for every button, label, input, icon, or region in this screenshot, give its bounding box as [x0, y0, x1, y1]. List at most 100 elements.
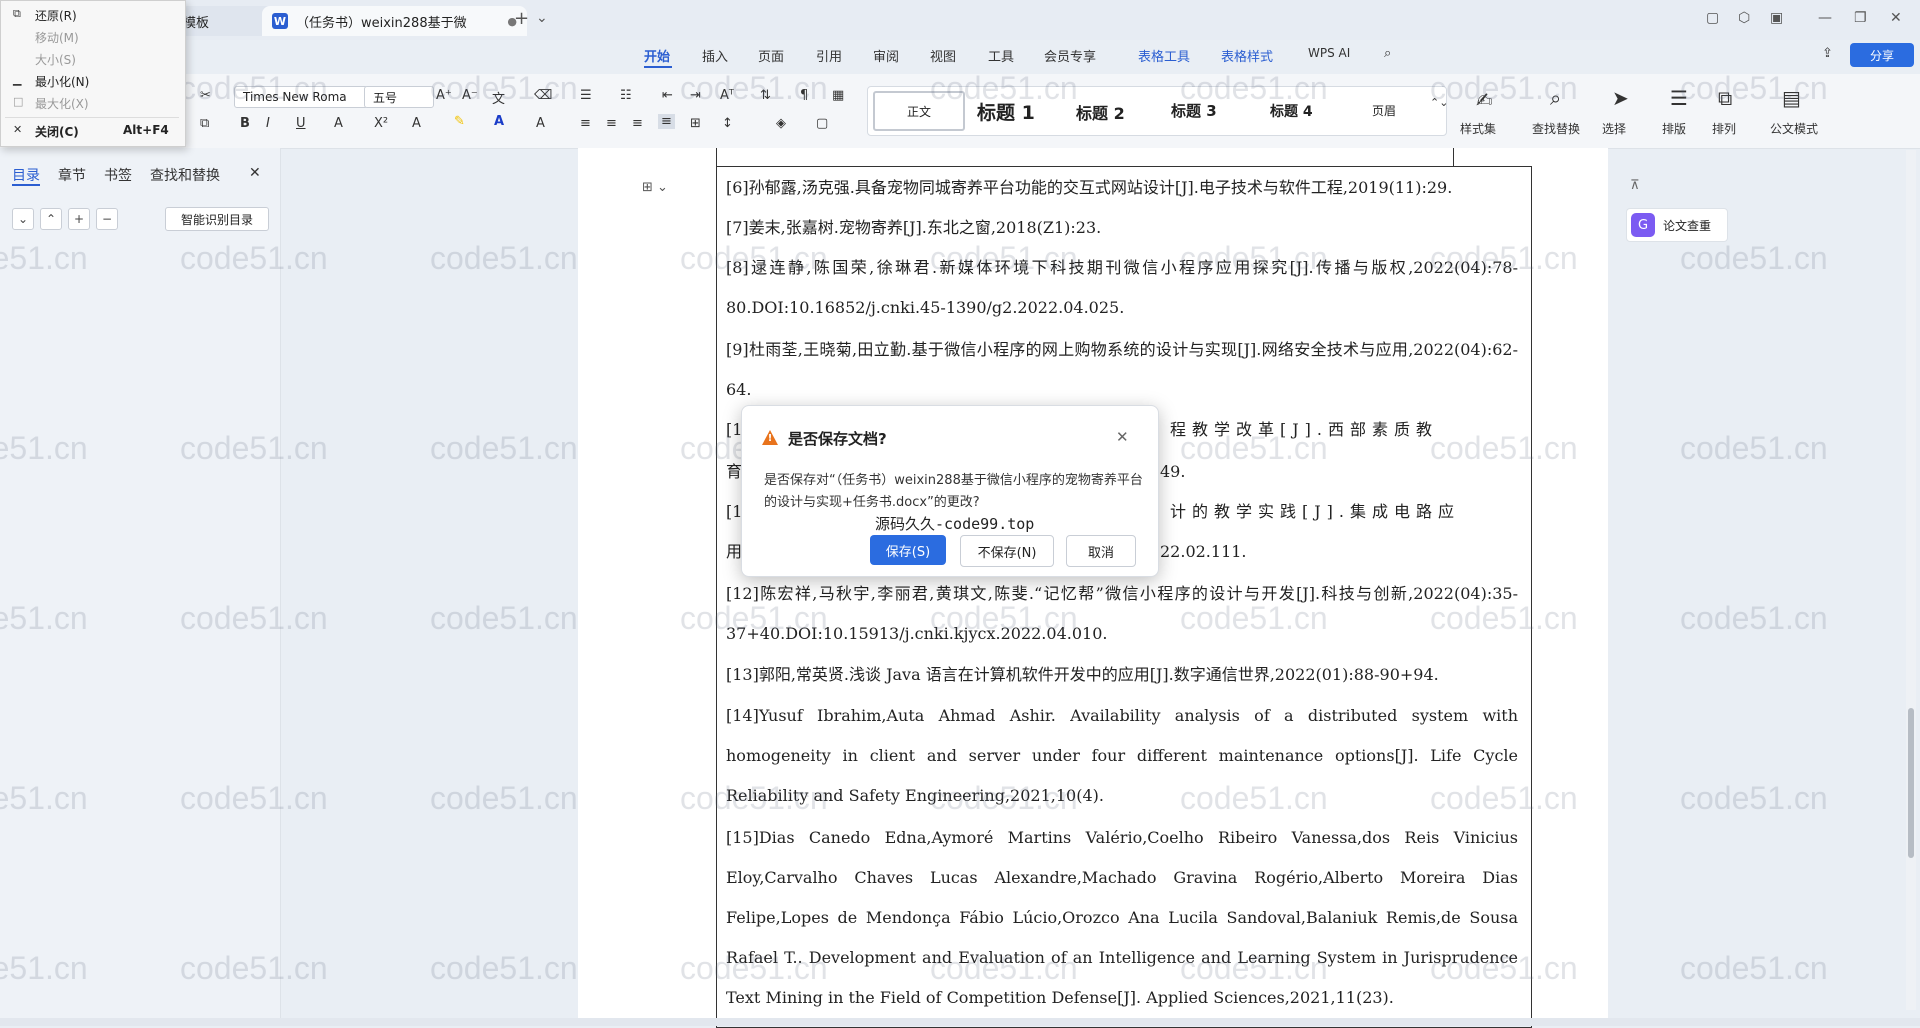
- ribbon-tab-wps-ai[interactable]: WPS AI: [1308, 46, 1350, 60]
- ribbon-tab-start[interactable]: 开始: [644, 46, 670, 65]
- font-color-icon[interactable]: A: [494, 114, 504, 129]
- paste-icon[interactable]: ⧉: [200, 116, 209, 131]
- style-heading-4[interactable]: 标题 4: [1270, 101, 1313, 121]
- layout-button[interactable]: 排版: [1662, 120, 1686, 137]
- increase-indent-icon[interactable]: ⇥: [690, 88, 701, 103]
- avatar[interactable]: ▣: [1770, 10, 1783, 26]
- bold-icon[interactable]: B: [240, 116, 250, 131]
- select-button[interactable]: 选择: [1602, 120, 1626, 137]
- collapse-chevron-icon[interactable]: ⌃: [40, 208, 62, 230]
- align-right-icon[interactable]: ≡: [632, 116, 643, 131]
- table-icon[interactable]: ▦: [832, 88, 844, 103]
- close-icon[interactable]: ✕: [1890, 10, 1902, 26]
- show-marks-icon[interactable]: ¶: [800, 88, 808, 103]
- doc-mode-button[interactable]: 公文模式: [1770, 120, 1818, 137]
- minimize-icon[interactable]: —: [1818, 10, 1832, 26]
- cloud-upload-icon[interactable]: ⇪: [1822, 46, 1833, 61]
- font-name-select[interactable]: Times New Roma: [234, 86, 368, 108]
- justify-icon[interactable]: ≡: [658, 114, 675, 129]
- save-button[interactable]: 保存(S): [870, 535, 946, 565]
- cancel-button[interactable]: 取消: [1066, 535, 1136, 567]
- clear-format-icon[interactable]: ⌫: [534, 88, 552, 103]
- ribbon-tab-table-tools[interactable]: 表格工具: [1138, 46, 1190, 65]
- font-size-select[interactable]: 五号: [364, 86, 434, 108]
- superscript-icon[interactable]: X²: [374, 116, 388, 131]
- ribbon-tab-review[interactable]: 审阅: [873, 46, 899, 65]
- nav-tab-toc[interactable]: 目录: [12, 165, 40, 185]
- window-layout-icon[interactable]: ▢: [1706, 10, 1719, 26]
- arrange-icon[interactable]: ⧉: [1718, 86, 1732, 110]
- table-handle-icon[interactable]: ⊞ ⌄: [642, 180, 668, 195]
- ribbon-tab-page[interactable]: 页面: [758, 46, 784, 65]
- box-icon[interactable]: ⬡: [1738, 10, 1750, 26]
- align-center-icon[interactable]: ≡: [606, 116, 617, 131]
- line-spacing-icon[interactable]: ↕: [722, 116, 733, 131]
- collapse-panel-icon[interactable]: ⊼: [1630, 178, 1640, 193]
- nav-tab-bookmark[interactable]: 书签: [104, 165, 132, 185]
- menu-item-minimize[interactable]: 最小化(N): [35, 73, 89, 90]
- smart-toc-button[interactable]: 智能识别目录: [165, 207, 269, 231]
- decrease-indent-icon[interactable]: ⇤: [662, 88, 673, 103]
- expand-chevron-icon[interactable]: ⌄: [12, 208, 34, 230]
- search-icon[interactable]: ⌕: [1384, 46, 1391, 61]
- ribbon-tab-member[interactable]: 会员专享: [1044, 46, 1096, 65]
- menu-item-move[interactable]: 移动(M): [35, 29, 79, 46]
- arrange-button[interactable]: 排列: [1712, 120, 1736, 137]
- menu-item-size[interactable]: 大小(S): [35, 51, 76, 68]
- align-left-icon[interactable]: ≡: [580, 116, 591, 131]
- find-replace-button[interactable]: 查找替换: [1532, 120, 1580, 137]
- layout-icon[interactable]: ☰: [1670, 86, 1688, 110]
- style-set-button[interactable]: 样式集: [1460, 120, 1496, 137]
- nav-tab-chapter[interactable]: 章节: [58, 165, 86, 185]
- add-heading-icon[interactable]: +: [68, 208, 90, 230]
- doc-mode-icon[interactable]: ▤: [1782, 86, 1801, 110]
- find-icon[interactable]: ⌕: [1550, 86, 1561, 110]
- style-heading-2[interactable]: 标题 2: [1076, 100, 1125, 124]
- remove-heading-icon[interactable]: −: [96, 208, 118, 230]
- border-icon[interactable]: ▢: [816, 116, 828, 131]
- restore-icon[interactable]: ❐: [1854, 10, 1867, 26]
- style-scroll-icon[interactable]: ⌃⌄: [1430, 96, 1448, 109]
- sort-icon[interactable]: ⇅: [760, 88, 771, 103]
- nav-tab-find-replace[interactable]: 查找和替换: [150, 165, 220, 185]
- italic-icon[interactable]: I: [266, 116, 270, 131]
- scrollbar-thumb[interactable]: [1908, 708, 1914, 858]
- text-direction-icon[interactable]: Aᵀ: [720, 88, 734, 103]
- style-heading-1[interactable]: 标题 1: [977, 98, 1035, 125]
- bullet-list-icon[interactable]: ☰: [580, 88, 592, 103]
- underline-icon[interactable]: U: [296, 116, 306, 131]
- ribbon-tab-view[interactable]: 视图: [930, 46, 956, 65]
- shading-icon[interactable]: ◈: [776, 116, 786, 131]
- shrink-font-icon[interactable]: A⁻: [462, 88, 478, 103]
- strikethrough-icon[interactable]: A: [334, 116, 343, 131]
- dont-save-button[interactable]: 不保存(N): [960, 535, 1054, 567]
- new-tab-button[interactable]: +: [514, 8, 529, 29]
- phonetic-icon[interactable]: 文: [492, 88, 505, 107]
- tab-list-chevron-icon[interactable]: ⌄: [536, 10, 548, 26]
- menu-item-maximize[interactable]: 最大化(X): [35, 95, 89, 112]
- ribbon-tab-reference[interactable]: 引用: [816, 46, 842, 65]
- style-heading-3[interactable]: 标题 3: [1171, 100, 1217, 121]
- share-button[interactable]: 分享: [1850, 43, 1914, 67]
- numbered-list-icon[interactable]: ☷: [620, 88, 632, 103]
- char-shading-icon[interactable]: A: [536, 116, 545, 131]
- dialog-close-icon[interactable]: ✕: [1116, 428, 1129, 446]
- grow-font-icon[interactable]: A⁺: [436, 88, 452, 103]
- ribbon-tab-tools[interactable]: 工具: [988, 46, 1014, 65]
- style-header[interactable]: 页眉: [1372, 102, 1396, 119]
- highlight-icon[interactable]: ✎: [454, 114, 465, 129]
- menu-item-restore[interactable]: 还原(R): [35, 7, 77, 24]
- style-set-icon[interactable]: ✍: [1476, 88, 1493, 112]
- vertical-scrollbar[interactable]: [1906, 150, 1916, 1010]
- format-painter-icon[interactable]: ✂: [200, 88, 211, 103]
- tab-document[interactable]: W （任务书）weixin288基于微 ●: [262, 6, 527, 36]
- distribute-icon[interactable]: ⊞: [690, 116, 701, 131]
- ribbon-tab-insert[interactable]: 插入: [702, 46, 728, 65]
- ribbon-tab-table-style[interactable]: 表格样式: [1221, 46, 1273, 65]
- nav-close-icon[interactable]: ✕: [249, 165, 261, 181]
- menu-item-close[interactable]: 关闭(C): [35, 123, 79, 140]
- paper-check-button[interactable]: G 论文查重: [1626, 208, 1728, 242]
- cursor-icon[interactable]: ➤: [1612, 86, 1629, 110]
- style-normal[interactable]: 正文: [873, 91, 965, 131]
- text-effect-icon[interactable]: A: [412, 116, 421, 131]
